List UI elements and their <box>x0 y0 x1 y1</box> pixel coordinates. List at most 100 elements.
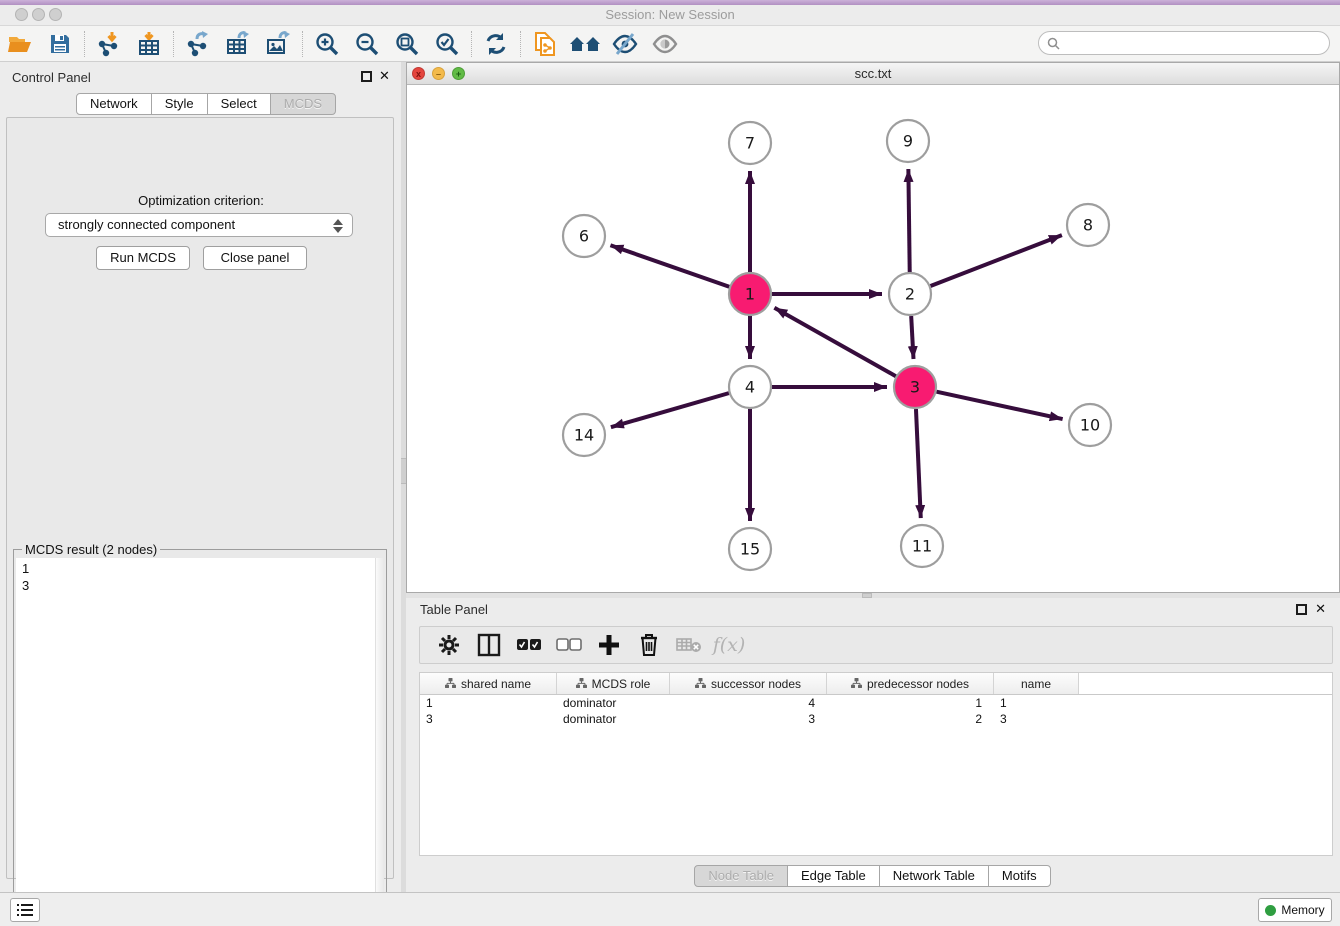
titlebar-accent-strip <box>0 0 1340 5</box>
close-table-panel-icon[interactable]: ✕ <box>1315 601 1326 617</box>
close-panel-icon[interactable]: ✕ <box>379 68 390 84</box>
node-label-2: 2 <box>905 285 915 304</box>
table-row[interactable]: 3dominator323 <box>420 711 1332 727</box>
tab-edge-table[interactable]: Edge Table <box>787 865 880 887</box>
run-mcds-button[interactable]: Run MCDS <box>96 246 190 270</box>
edge-4-14[interactable] <box>611 393 729 427</box>
first-neighbors-icon[interactable] <box>565 28 605 60</box>
node-label-1: 1 <box>745 285 755 304</box>
column-header-label: predecessor nodes <box>867 677 969 691</box>
search-field[interactable] <box>1038 31 1330 55</box>
network-canvas[interactable]: 7968124314101511 <box>407 85 1339 591</box>
dropdown-stepper-icon <box>333 218 343 234</box>
import-network-icon[interactable] <box>89 28 129 60</box>
delete-table-icon[interactable] <box>676 632 702 658</box>
mcds-result-title: MCDS result (2 nodes) <box>22 542 160 557</box>
cell-name[interactable]: 1 <box>994 695 1079 711</box>
toolbar-separator <box>471 31 472 57</box>
show-column-panel-icon[interactable] <box>476 632 502 658</box>
network-window-title: scc.txt <box>407 66 1339 81</box>
float-table-panel-icon[interactable] <box>1296 604 1307 615</box>
edge-3-10[interactable] <box>936 392 1062 419</box>
edge-3-1[interactable] <box>774 308 895 376</box>
memory-status-icon <box>1265 905 1276 916</box>
delete-column-icon[interactable] <box>636 632 662 658</box>
cell-shared-name[interactable]: 3 <box>420 711 557 727</box>
hierarchy-sort-icon <box>445 677 456 691</box>
hide-selected-icon[interactable] <box>605 28 645 60</box>
edge-2-9[interactable] <box>908 169 909 272</box>
function-builder-icon[interactable]: f(x) <box>716 632 742 658</box>
zoom-out-icon[interactable] <box>347 28 387 60</box>
cell-MCDS-role[interactable]: dominator <box>557 711 670 727</box>
add-column-icon[interactable] <box>596 632 622 658</box>
table-tabs: Node TableEdge TableNetwork TableMotifs <box>406 865 1340 887</box>
mcds-result-scrollbar[interactable] <box>375 558 384 924</box>
toolbar-separator <box>84 31 85 57</box>
export-network-icon[interactable] <box>178 28 218 60</box>
status-bar: Memory <box>0 892 1340 926</box>
tab-network[interactable]: Network <box>76 93 152 115</box>
tab-motifs[interactable]: Motifs <box>988 865 1051 887</box>
cell-name[interactable]: 3 <box>994 711 1079 727</box>
zoom-fit-icon[interactable] <box>387 28 427 60</box>
cell-predecessor-nodes[interactable]: 2 <box>827 711 994 727</box>
edge-3-11[interactable] <box>916 409 921 518</box>
criterion-dropdown[interactable]: strongly connected component <box>45 213 353 237</box>
column-header-shared-name[interactable]: shared name <box>420 673 557 694</box>
cell-MCDS-role[interactable]: dominator <box>557 695 670 711</box>
cell-predecessor-nodes[interactable]: 1 <box>827 695 994 711</box>
column-header-name[interactable]: name <box>994 673 1079 694</box>
network-view-window: x – + scc.txt 7968124314101511 <box>406 62 1340 593</box>
node-label-15: 15 <box>740 540 760 559</box>
node-label-9: 9 <box>903 132 913 151</box>
node-table-header: shared name MCDS role successor nodes prede… <box>420 673 1332 695</box>
tab-mcds[interactable]: MCDS <box>270 93 336 115</box>
zoom-in-icon[interactable] <box>307 28 347 60</box>
mcds-result-text[interactable]: 1 3 <box>16 558 377 924</box>
node-label-3: 3 <box>910 378 920 397</box>
table-row[interactable]: 1dominator411 <box>420 695 1332 711</box>
edge-2-3[interactable] <box>911 316 913 359</box>
edge-1-6[interactable] <box>610 245 729 287</box>
float-panel-icon[interactable] <box>361 71 372 82</box>
toolbar-separator <box>302 31 303 57</box>
export-image-icon[interactable] <box>258 28 298 60</box>
column-header-predecessor-nodes[interactable]: predecessor nodes <box>827 673 994 694</box>
import-table-icon[interactable] <box>129 28 169 60</box>
clone-network-icon[interactable] <box>525 28 565 60</box>
close-panel-button[interactable]: Close panel <box>203 246 307 270</box>
tab-style[interactable]: Style <box>151 93 208 115</box>
search-input[interactable] <box>1065 33 1329 53</box>
cell-successor-nodes[interactable]: 3 <box>670 711 827 727</box>
node-label-11: 11 <box>912 537 932 556</box>
network-window-titlebar[interactable]: x – + scc.txt <box>407 63 1339 85</box>
show-all-icon[interactable] <box>645 28 685 60</box>
column-header-successor-nodes[interactable]: successor nodes <box>670 673 827 694</box>
save-session-icon[interactable] <box>40 28 80 60</box>
cell-successor-nodes[interactable]: 4 <box>670 695 827 711</box>
edge-2-8[interactable] <box>931 235 1062 286</box>
cell-shared-name[interactable]: 1 <box>420 695 557 711</box>
refresh-layout-icon[interactable] <box>476 28 516 60</box>
window-titlebar: Session: New Session <box>0 0 1340 26</box>
tab-node-table[interactable]: Node Table <box>694 865 788 887</box>
select-all-columns-icon[interactable] <box>516 632 542 658</box>
open-session-icon[interactable] <box>0 28 40 60</box>
node-label-8: 8 <box>1083 216 1093 235</box>
hierarchy-sort-icon <box>695 677 706 691</box>
zoom-selected-icon[interactable] <box>427 28 467 60</box>
search-icon <box>1047 37 1060 50</box>
tab-network-table[interactable]: Network Table <box>879 865 989 887</box>
toolbar-separator <box>520 31 521 57</box>
export-table-icon[interactable] <box>218 28 258 60</box>
deselect-all-columns-icon[interactable] <box>556 632 582 658</box>
column-settings-gear-icon[interactable] <box>436 632 462 658</box>
column-header-MCDS-role[interactable]: MCDS role <box>557 673 670 694</box>
tab-select[interactable]: Select <box>207 93 271 115</box>
task-list-icon <box>17 903 33 917</box>
memory-button[interactable]: Memory <box>1258 898 1332 922</box>
column-header-label: MCDS role <box>592 677 651 691</box>
network-graph[interactable]: 7968124314101511 <box>407 85 1339 591</box>
show-task-history-button[interactable] <box>10 898 40 922</box>
